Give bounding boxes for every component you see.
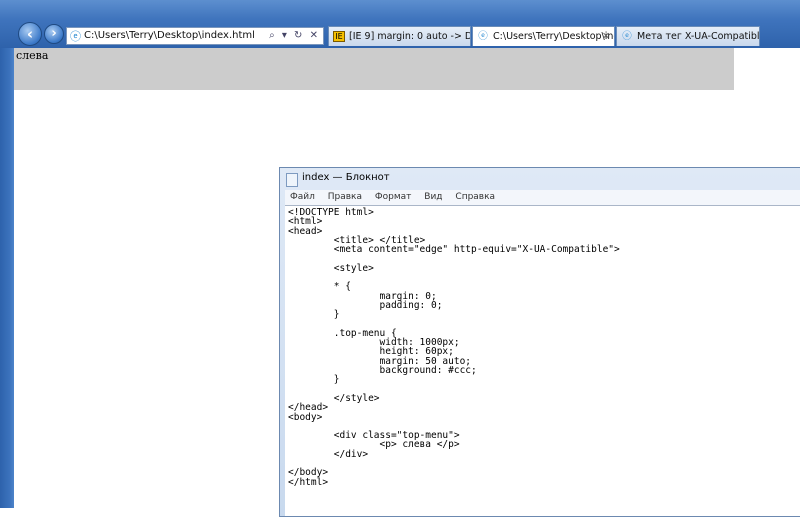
notepad-titlebar[interactable]: index — Блокнот [280,168,800,190]
top-menu-text: слева [16,49,49,62]
address-url: C:\Users\Terry\Desktop\index.html [84,30,255,41]
tab-index-html[interactable]: ⓔ C:\Users\Terry\Desktop\ind… ✕ [472,26,615,46]
top-menu: слева [14,48,734,90]
tab-close-icon[interactable]: ✕ [602,27,610,46]
ie-icon: ⓔ [622,31,632,42]
address-bar[interactable]: ⓔ C:\Users\Terry\Desktop\index.html ⌕ ▾ … [66,27,324,45]
notepad-menubar: Файл Правка Формат Вид Справка [285,190,800,206]
notepad-text-area[interactable]: <!DOCTYPE html> <html> <head> <title> </… [285,205,800,516]
tab-meta-x-ua[interactable]: ⓔ Мета тег X-UA-Compatible | н… [616,26,760,46]
back-arrow-icon[interactable]: ‹ [18,22,42,46]
notepad-content[interactable]: <!DOCTYPE html> <html> <head> <title> </… [285,206,800,487]
tab-label: Мета тег X-UA-Compatible | н… [637,31,760,42]
forward-arrow-icon[interactable]: › [44,24,64,44]
menu-view[interactable]: Вид [424,192,442,202]
ie-icon: ⓔ [478,31,488,42]
tab-label: [IE 9] margin: 0 auto -> Demiar… [349,31,470,42]
menu-edit[interactable]: Правка [328,192,362,202]
menu-help[interactable]: Справка [455,192,495,202]
ie9-badge-icon: IE [333,31,345,42]
browser-left-frame [0,48,14,508]
tab-ie9-margin[interactable]: IE [IE 9] margin: 0 auto -> Demiar… [328,26,471,46]
page-icon: ⓔ [70,30,81,43]
notepad-title: index — Блокнот [302,172,390,183]
menu-format[interactable]: Формат [375,192,412,202]
notepad-window[interactable]: index — Блокнот Файл Правка Формат Вид С… [279,167,800,517]
menu-file[interactable]: Файл [290,192,315,202]
address-controls[interactable]: ⌕ ▾ ↻ ✕ [269,28,320,44]
tab-label: C:\Users\Terry\Desktop\ind… [493,31,614,42]
notepad-icon [286,173,298,187]
